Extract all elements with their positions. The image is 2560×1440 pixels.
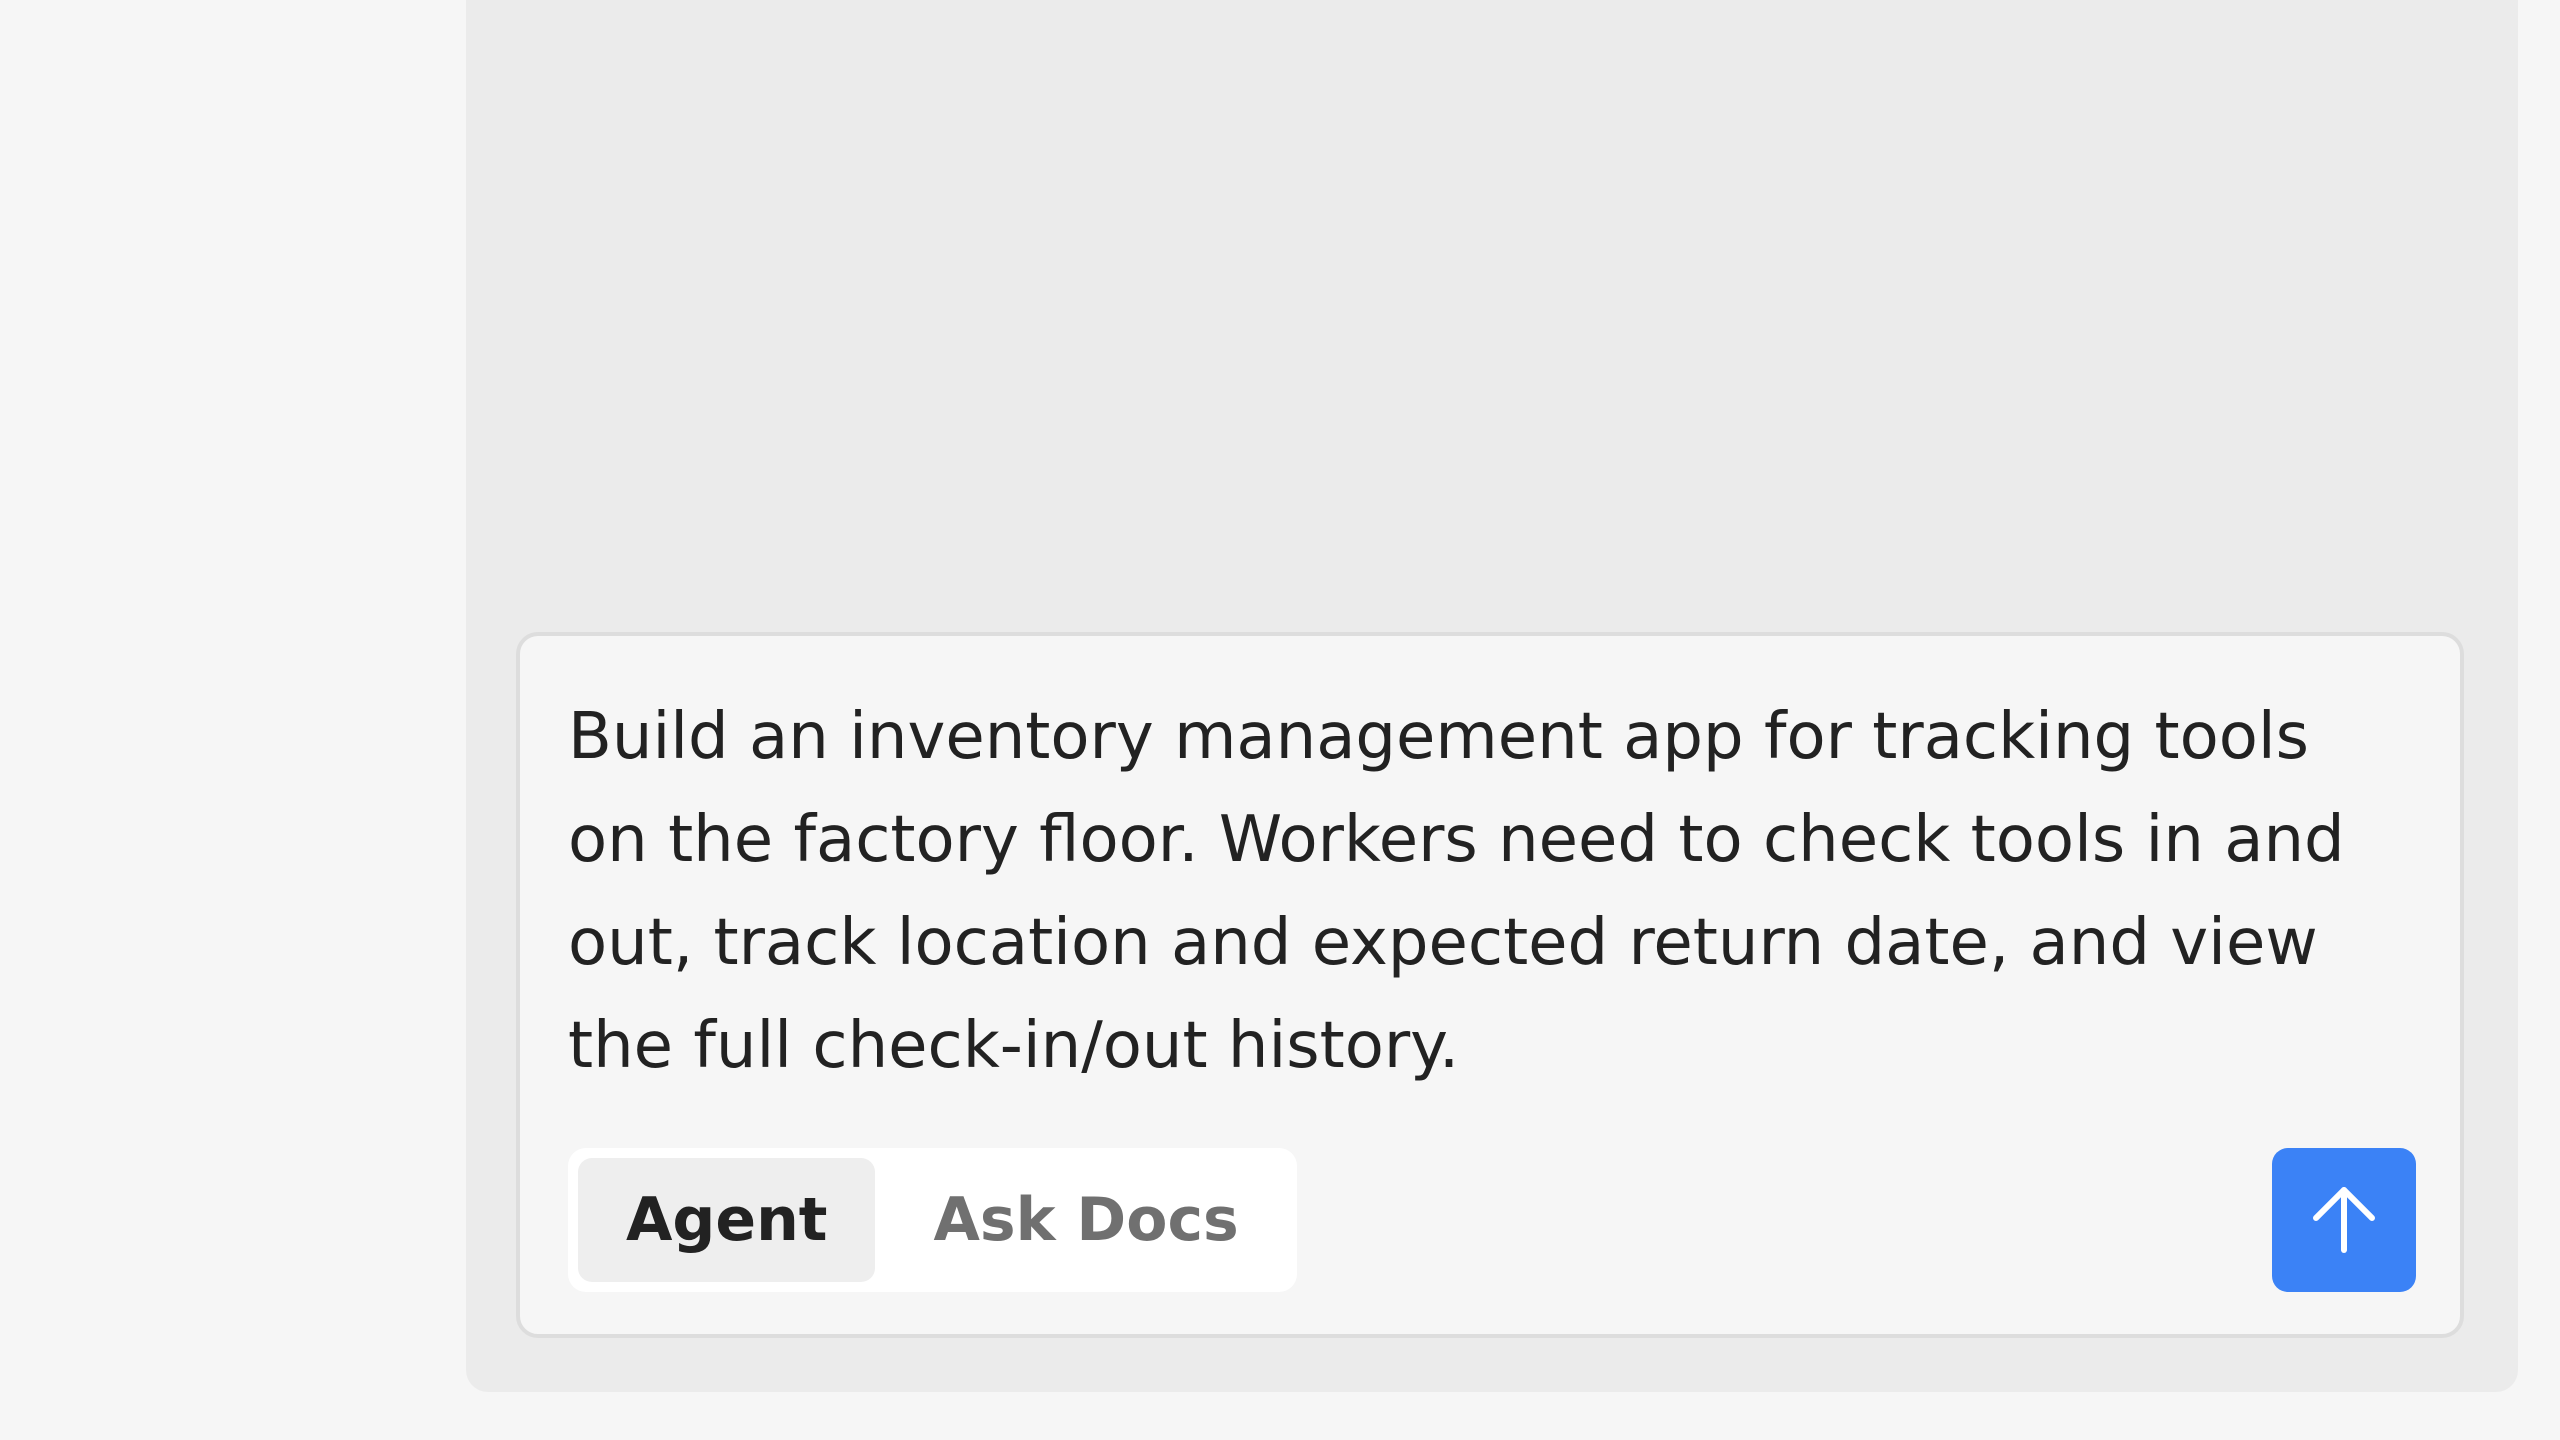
mode-toggle: Agent Ask Docs: [568, 1148, 1297, 1292]
main-panel: Build an inventory management app for tr…: [466, 0, 2518, 1392]
prompt-composer[interactable]: Build an inventory management app for tr…: [516, 632, 2464, 1338]
app-window: Build an inventory management app for tr…: [0, 0, 2560, 1440]
prompt-input[interactable]: Build an inventory management app for tr…: [568, 686, 2408, 1098]
arrow-up-icon: [2313, 1187, 2375, 1253]
send-button[interactable]: [2272, 1148, 2416, 1292]
ask-docs-mode-button[interactable]: Ask Docs: [885, 1158, 1286, 1282]
agent-mode-button[interactable]: Agent: [578, 1158, 876, 1282]
